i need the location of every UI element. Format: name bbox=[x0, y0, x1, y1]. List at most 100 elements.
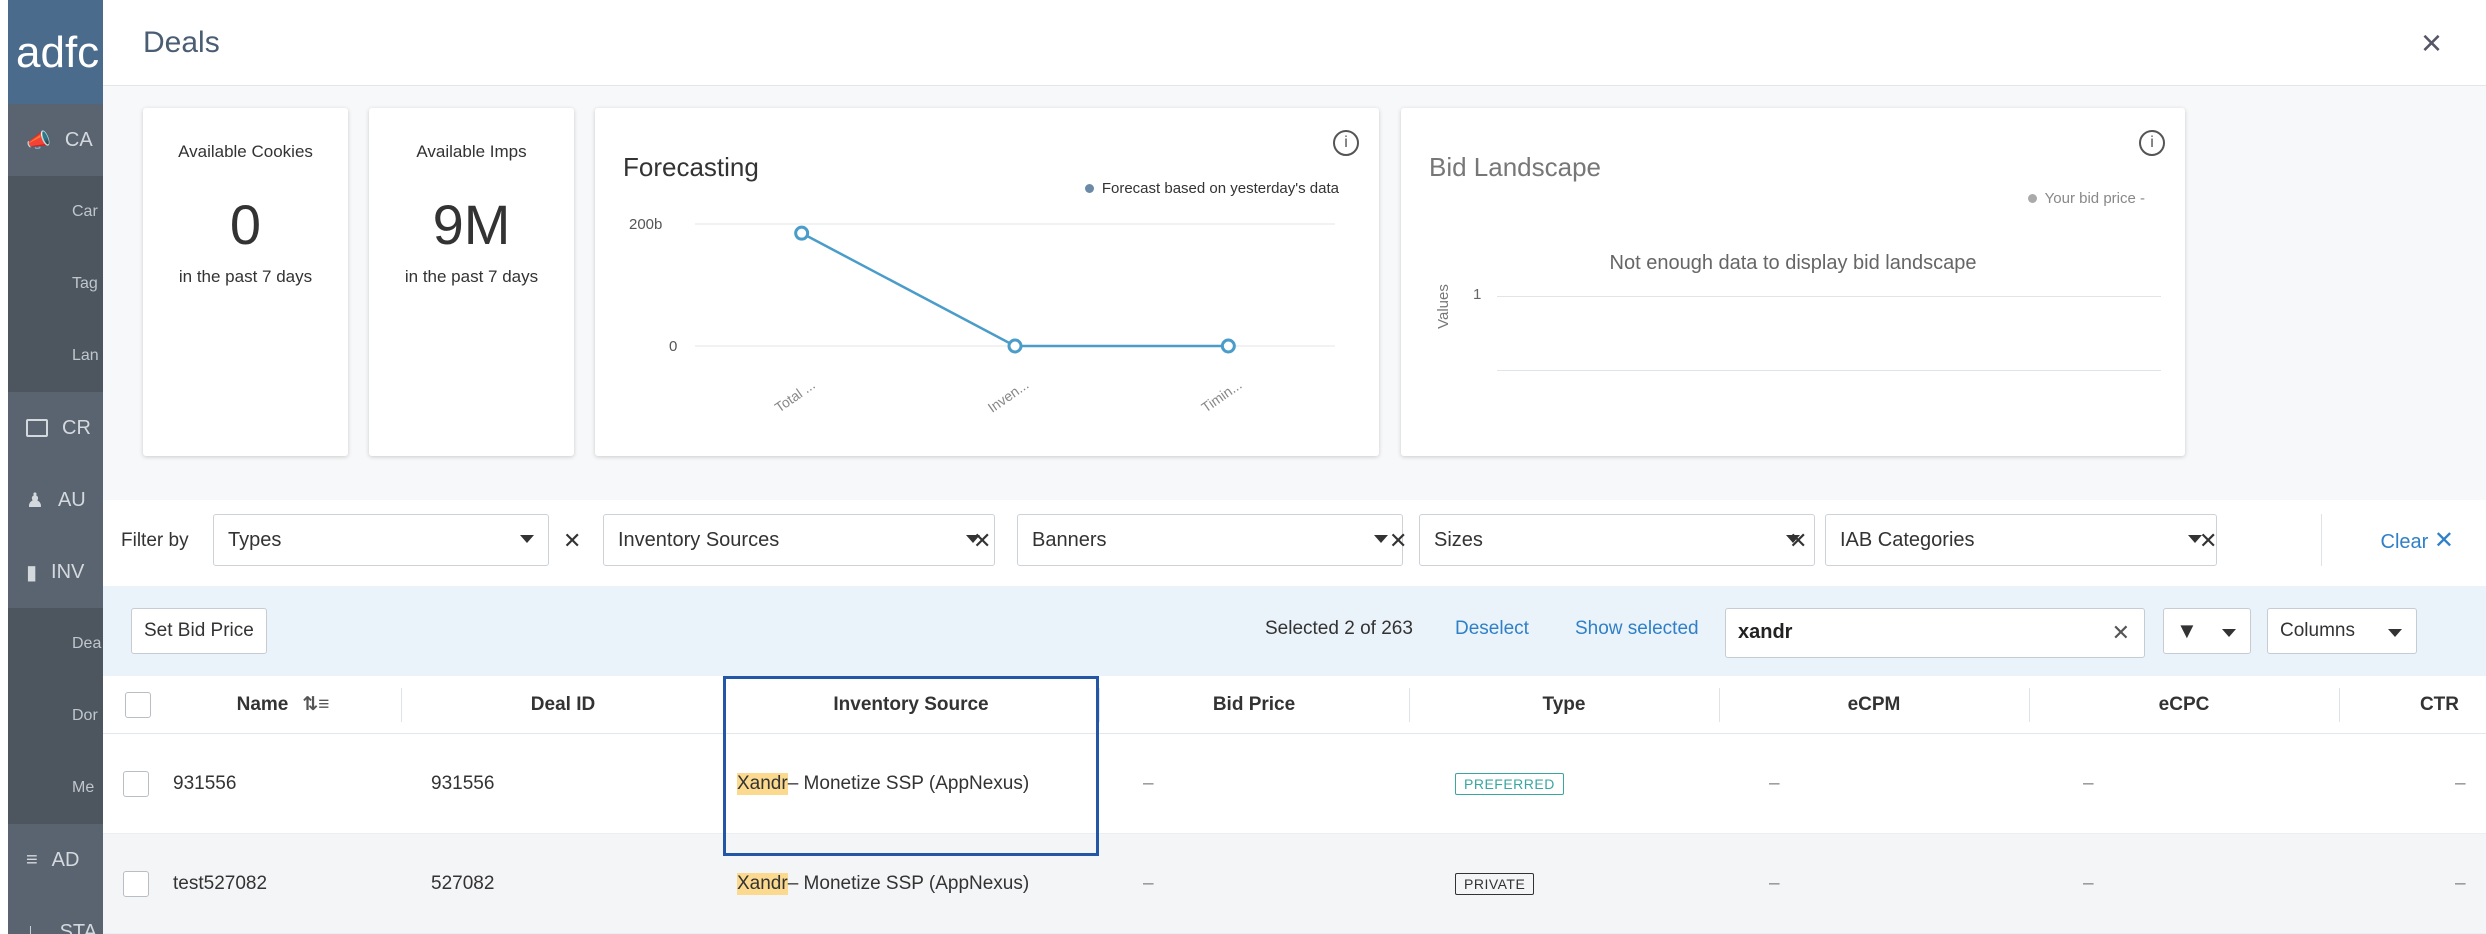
sidebar-subitem-tags[interactable]: Tag bbox=[8, 248, 103, 320]
deals-modal: Deals × Available Cookies 0 in the past … bbox=[103, 0, 2486, 934]
deal-id: 527082 bbox=[431, 872, 495, 894]
ecpc: – bbox=[2083, 772, 2094, 794]
sidebar-subitem-domains[interactable]: Dor bbox=[8, 680, 103, 752]
y-tick-label: 0 bbox=[669, 338, 677, 355]
type-badge-cell: PREFERRED bbox=[1455, 734, 1564, 833]
column-header-ecpc[interactable]: eCPC bbox=[2029, 676, 2339, 733]
x-tick-label: Timin... bbox=[1198, 376, 1244, 415]
column-header-bid-price[interactable]: Bid Price bbox=[1099, 676, 1409, 733]
funnel-icon: ▼ bbox=[2176, 618, 2198, 643]
chart-icon: ∟ bbox=[26, 920, 46, 934]
clear-sizes-icon[interactable]: ✕ bbox=[1789, 528, 1807, 554]
image-icon bbox=[26, 419, 48, 437]
modal-header: Deals bbox=[103, 0, 2486, 86]
row-checkbox[interactable] bbox=[123, 834, 149, 933]
type-badge-cell: PRIVATE bbox=[1455, 834, 1535, 933]
megaphone-icon: 📣 bbox=[26, 129, 51, 152]
clear-search-icon[interactable]: ✕ bbox=[2112, 620, 2130, 646]
sidebar-item-campaigns[interactable]: 📣 CA bbox=[8, 104, 103, 176]
legend-dot bbox=[2027, 194, 2037, 203]
stat-label: Available Imps bbox=[416, 142, 527, 161]
column-header-inventory-source[interactable]: Inventory Source bbox=[723, 676, 1099, 733]
clear-banners-icon[interactable]: ✕ bbox=[1389, 528, 1407, 554]
sidebar-subitem-deals[interactable]: Dea bbox=[8, 608, 103, 680]
banners-select[interactable]: Banners bbox=[1017, 514, 1403, 566]
column-header-ctr[interactable]: CTR bbox=[2339, 676, 2479, 733]
inventory-source: Xandr – Monetize SSP (AppNexus) bbox=[737, 872, 1030, 895]
caret-down-icon bbox=[1374, 535, 1388, 543]
data-point[interactable] bbox=[1220, 338, 1236, 354]
document-icon: ▮ bbox=[26, 561, 38, 584]
ecpc: – bbox=[2083, 872, 2094, 894]
empty-message: Not enough data to display bid landscape bbox=[1609, 252, 1977, 274]
ctr: – bbox=[2455, 872, 2466, 894]
show-selected-link[interactable]: Show selected bbox=[1575, 618, 1699, 640]
stat-sub: in the past 7 days bbox=[178, 267, 313, 286]
close-icon: ✕ bbox=[2433, 527, 2454, 554]
app-logo[interactable]: adfc bbox=[8, 0, 103, 104]
table-row[interactable]: 931556 931556 Xandr – Monetize SSP (AppNe… bbox=[103, 734, 2486, 834]
stat-value: 9M bbox=[432, 193, 511, 256]
status-badge: PRIVATE bbox=[1455, 872, 1535, 895]
data-point[interactable] bbox=[1007, 338, 1023, 354]
available-cookies-card: Available Cookies 0 in the past 7 days bbox=[143, 108, 348, 456]
sidebar-item-advertisers[interactable]: ≡ AD bbox=[8, 824, 103, 896]
clear-types-icon[interactable]: ✕ bbox=[563, 528, 581, 554]
deselect-link[interactable]: Deselect bbox=[1455, 618, 1529, 640]
info-icon[interactable]: i bbox=[2139, 130, 2165, 156]
clear-iab-icon[interactable]: ✕ bbox=[2199, 528, 2217, 554]
y-tick: 1 bbox=[1473, 286, 1482, 303]
sidebar-subitem-campaigns[interactable]: Car bbox=[8, 176, 103, 248]
search-highlight: Xandr bbox=[737, 872, 788, 895]
sidebar-subitem-landing[interactable]: Lan bbox=[8, 320, 103, 392]
sidebar-subitem-media[interactable]: Me bbox=[8, 752, 103, 824]
filter-dropdown-button[interactable]: ▼ bbox=[2163, 608, 2251, 654]
search-input[interactable]: xandr ✕ bbox=[1725, 608, 2145, 658]
column-header-ecpm[interactable]: eCPM bbox=[1719, 676, 2029, 733]
column-header-type[interactable]: Type bbox=[1409, 676, 1719, 733]
bid-legend: Your bid price - bbox=[2027, 190, 2145, 207]
types-select[interactable]: Types bbox=[213, 514, 549, 566]
ecpm: – bbox=[1769, 772, 1780, 794]
sizes-select[interactable]: Sizes bbox=[1419, 514, 1815, 566]
search-highlight: Xandr bbox=[737, 772, 788, 795]
column-header-deal-id[interactable]: Deal ID bbox=[403, 676, 723, 733]
sidebar-item-stats[interactable]: ∟ STA bbox=[8, 896, 103, 934]
deal-name: 931556 bbox=[173, 772, 237, 794]
status-badge: PREFERRED bbox=[1455, 772, 1564, 795]
forecasting-card: Forecasting i Forecast based on yesterda… bbox=[595, 108, 1379, 456]
selection-count: Selected 2 of 263 bbox=[1265, 618, 1413, 639]
clear-inventory-icon[interactable]: ✕ bbox=[973, 528, 991, 554]
x-tick-label: Total ... bbox=[772, 376, 818, 415]
column-header-name[interactable]: Name ⇅≡ bbox=[173, 676, 393, 733]
caret-down-icon bbox=[2388, 629, 2402, 637]
table-header: Name ⇅≡ Deal ID Inventory Source Bid Pric… bbox=[103, 676, 2486, 734]
sidebar-item-inventory[interactable]: ▮ INV bbox=[8, 536, 103, 608]
clear-filters-button[interactable]: Clear ✕ bbox=[2381, 526, 2454, 555]
inventory-sources-select[interactable]: Inventory Sources bbox=[603, 514, 995, 566]
summary-cards: Available Cookies 0 in the past 7 days A… bbox=[103, 86, 2486, 500]
deal-name: test527082 bbox=[173, 872, 268, 894]
sort-icon[interactable]: ⇅≡ bbox=[302, 693, 329, 716]
bid-price: – bbox=[1143, 772, 1154, 794]
deal-id: 931556 bbox=[431, 772, 495, 794]
filter-bar: Filter by Types ✕ Inventory Sources ✕ Ba… bbox=[103, 500, 2486, 586]
caret-down-icon bbox=[520, 535, 534, 543]
close-icon[interactable]: × bbox=[2421, 22, 2442, 64]
table-toolbar: Set Bid Price Selected 2 of 263 Deselect… bbox=[103, 586, 2486, 676]
y-tick-label: 200b bbox=[629, 216, 662, 233]
row-checkbox[interactable] bbox=[123, 734, 149, 833]
columns-dropdown-button[interactable]: Columns bbox=[2267, 608, 2417, 654]
divider bbox=[2321, 514, 2322, 566]
iab-categories-select[interactable]: IAB Categories bbox=[1825, 514, 2217, 566]
data-point[interactable] bbox=[794, 225, 810, 241]
table-row[interactable]: test527082 527082 Xandr – Monetize SSP (A… bbox=[103, 834, 2486, 934]
set-bid-price-button[interactable]: Set Bid Price bbox=[131, 608, 267, 654]
available-imps-card: Available Imps 9M in the past 7 days bbox=[369, 108, 574, 456]
sidebar-item-audiences[interactable]: ♟ AU bbox=[8, 464, 103, 536]
sidebar-item-creatives[interactable]: CR bbox=[8, 392, 103, 464]
bid-landscape-title: Bid Landscape bbox=[1429, 152, 1602, 182]
select-all-checkbox[interactable] bbox=[123, 676, 153, 733]
list-icon: ≡ bbox=[26, 848, 38, 871]
stat-label: Available Cookies bbox=[178, 142, 313, 161]
